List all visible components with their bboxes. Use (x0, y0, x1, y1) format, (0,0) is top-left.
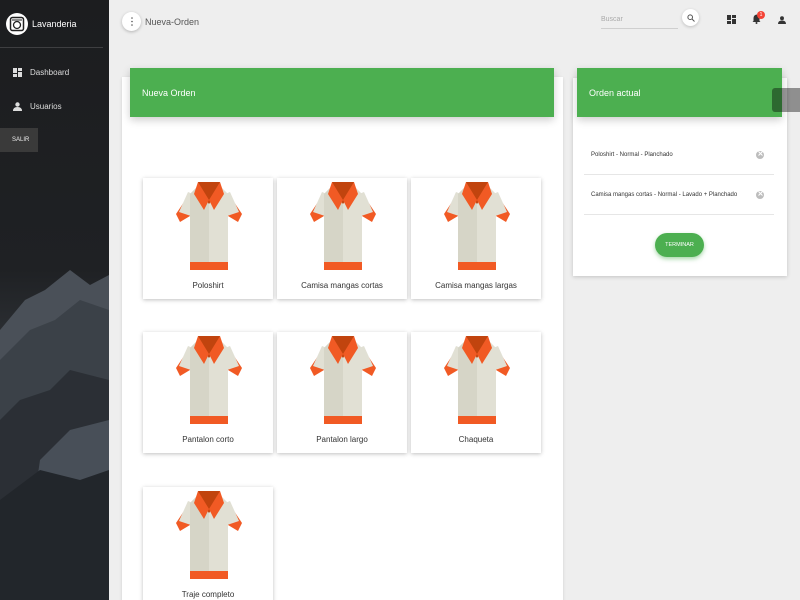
sidebar-item-dashboard[interactable]: Dashboard (0, 58, 109, 86)
shirt-icon (310, 182, 376, 270)
close-icon (757, 151, 763, 158)
brand-title: Lavanderia (32, 18, 77, 29)
product-name: Poloshirt (192, 281, 224, 290)
product-name: Traje completo (181, 590, 235, 599)
product-name: Chaqueta (458, 435, 494, 444)
search-button[interactable] (682, 9, 699, 26)
notification-badge: 1 (757, 11, 765, 19)
product-card-camisa-mangas-largas[interactable]: Camisa mangas largas (411, 178, 541, 299)
product-card-camisa-mangas-cortas[interactable]: Camisa mangas cortas (277, 178, 407, 299)
product-card-chaqueta[interactable]: Chaqueta (411, 332, 541, 453)
sidebar: Lavanderia Dashboard Usuarios SALIR (0, 0, 109, 600)
product-card-poloshirt[interactable]: Poloshirt (143, 178, 273, 299)
shirt-icon (176, 182, 242, 270)
shirt-icon (176, 336, 242, 424)
order-item-label: Poloshirt - Normal - Planchado (591, 151, 673, 158)
settings-plugin-tab[interactable] (772, 88, 800, 112)
shirt-icon (310, 336, 376, 424)
product-card-traje-completo[interactable]: Traje completo (143, 487, 273, 600)
dashboard-topbar-button[interactable] (726, 15, 736, 25)
sidebar-nav: Dashboard Usuarios (0, 58, 109, 120)
shirt-icon (176, 491, 242, 579)
product-name: Pantalon largo (316, 435, 368, 444)
new-order-header: Nueva Orden (130, 68, 554, 117)
product-card-pantalon-corto[interactable]: Pantalon corto (143, 332, 273, 453)
sidebar-item-usuarios[interactable]: Usuarios (0, 92, 109, 120)
profile-button[interactable] (777, 15, 787, 25)
shirt-icon (444, 182, 510, 270)
product-card-pantalon-largo[interactable]: Pantalon largo (277, 332, 407, 453)
shirt-icon (444, 336, 510, 424)
order-item: Camisa mangas cortas - Normal - Lavado +… (584, 175, 774, 215)
finish-order-button[interactable]: TERMINAR (655, 233, 704, 257)
more-vertical-icon (130, 13, 134, 31)
product-name: Camisa mangas largas (435, 281, 517, 290)
sidebar-item-label: Dashboard (30, 67, 70, 77)
topbar: Nueva-Orden Buscar 1 (109, 0, 800, 46)
remove-item-button[interactable] (756, 150, 764, 159)
remove-item-button[interactable] (756, 190, 764, 199)
product-name: Camisa mangas cortas (301, 281, 383, 290)
dashboard-icon (12, 67, 22, 77)
sidebar-item-label: Usuarios (30, 101, 62, 111)
person-icon (12, 101, 22, 111)
close-icon (757, 191, 763, 198)
order-item: Poloshirt - Normal - Planchado (584, 135, 774, 175)
dashboard-icon (726, 11, 736, 29)
order-item-label: Camisa mangas cortas - Normal - Lavado +… (591, 191, 738, 198)
logout-button[interactable]: SALIR (0, 128, 38, 152)
search-input[interactable]: Buscar (601, 11, 678, 29)
brand[interactable]: Lavanderia (0, 0, 103, 48)
product-name: Pantalon corto (182, 435, 234, 444)
menu-toggle-button[interactable] (122, 12, 141, 31)
page-title: Nueva-Orden (145, 17, 200, 27)
person-icon (778, 11, 786, 29)
search-icon (686, 9, 695, 27)
current-order-header: Orden actual (577, 68, 782, 117)
washing-machine-icon (6, 12, 28, 35)
